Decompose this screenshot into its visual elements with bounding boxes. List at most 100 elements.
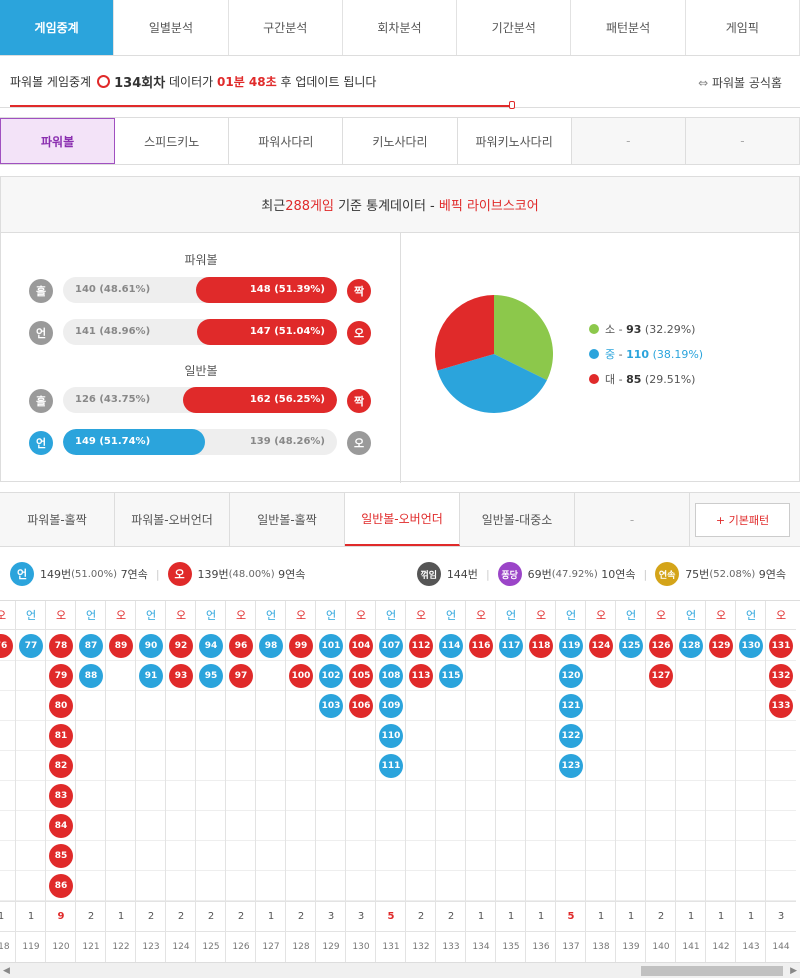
result-ball: 117 — [499, 634, 523, 658]
streak-count: 9 — [46, 901, 76, 931]
scroll-thumb[interactable] — [641, 966, 783, 976]
column-type: 언 — [196, 601, 226, 630]
legend-sep: - — [615, 373, 627, 386]
scroll-left-icon[interactable]: ◀ — [3, 966, 10, 976]
official-site-link[interactable]: ⇔ 파워볼 공식홈 — [698, 74, 782, 91]
pattern-cell — [76, 751, 106, 781]
pattern-cell — [676, 841, 706, 871]
topnav-tab[interactable]: 게임중계 — [0, 0, 115, 55]
streak-count: 1 — [256, 901, 286, 931]
game-tab[interactable]: - — [685, 118, 800, 164]
basic-pattern-button[interactable]: + 기본패턴 — [695, 503, 790, 537]
pattern-tab[interactable]: - — [575, 493, 690, 546]
pattern-cell — [466, 751, 496, 781]
pattern-cell — [646, 751, 676, 781]
pattern-cell — [196, 751, 226, 781]
pattern-cell: 83 — [46, 781, 76, 811]
pattern-column: 언 98 1 127 — [255, 601, 286, 962]
pattern-cell — [646, 811, 676, 841]
topnav-tab[interactable]: 회차분석 — [343, 0, 458, 55]
result-ball: 99 — [289, 634, 313, 658]
pattern-cell — [136, 691, 166, 721]
result-ball: 112 — [409, 634, 433, 658]
pattern-column: 오 89 1 122 — [105, 601, 136, 962]
pattern-tab[interactable]: 파워볼-오버언더 — [115, 493, 230, 546]
pattern-cell — [766, 811, 796, 841]
pattern-cell — [106, 811, 136, 841]
pattern-cell — [346, 721, 376, 751]
pattern-cell — [766, 841, 796, 871]
streak-count: 1 — [736, 901, 766, 931]
size-stats: 소 - 93 (32.29%) 중 - 110 (38.19%) 대 - 85 (2… — [401, 233, 799, 483]
result-ball: 115 — [439, 664, 463, 688]
scroll-right-icon[interactable]: ▶ — [790, 966, 797, 976]
pattern-cell: 132 — [766, 661, 796, 691]
pattern-cell: 91 — [136, 661, 166, 691]
game-tab[interactable]: 파워볼 — [0, 118, 116, 164]
pattern-cell — [226, 781, 256, 811]
pattern-cell — [736, 781, 766, 811]
pattern-cell: 103 — [316, 691, 346, 721]
right-result-icon: 오 — [347, 321, 371, 345]
pattern-cell — [196, 841, 226, 871]
pattern-cell — [556, 781, 586, 811]
pattern-cell: 105 — [346, 661, 376, 691]
continue-icon: 연속 — [655, 562, 680, 586]
topnav-tab[interactable]: 기간분석 — [457, 0, 572, 55]
divider: | — [643, 567, 648, 581]
pattern-tab[interactable]: 파워볼-홀짝 — [0, 493, 115, 546]
pattern-cell: 123 — [556, 751, 586, 781]
column-number: 132 — [406, 931, 436, 961]
pattern-cell — [676, 811, 706, 841]
pattern-cell — [106, 751, 136, 781]
continue-pct: (52.08%) — [709, 568, 756, 580]
left-result-icon: 언 — [29, 321, 53, 345]
pattern-column: 언 94 95 2 125 — [195, 601, 226, 962]
column-number: 119 — [16, 931, 46, 961]
pattern-column: 오 104 105 106 3 130 — [345, 601, 376, 962]
game-tab[interactable]: 스피드키노 — [115, 118, 230, 164]
topnav-tab[interactable]: 패턴분석 — [571, 0, 686, 55]
result-ball: 130 — [739, 634, 763, 658]
pattern-cell — [16, 841, 46, 871]
legend-label: 중 — [605, 348, 616, 361]
column-number: 122 — [106, 931, 136, 961]
game-tab[interactable]: 파워키노사다리 — [457, 118, 572, 164]
pattern-cell — [616, 871, 646, 901]
pattern-cell — [646, 691, 676, 721]
column-type: 언 — [496, 601, 526, 630]
pattern-tab[interactable]: 일반볼-홀짝 — [230, 493, 345, 546]
right-result-icon: 짝 — [347, 279, 371, 303]
game-tab[interactable]: 파워사다리 — [229, 118, 344, 164]
horizontal-scrollbar[interactable]: ◀ ▶ — [0, 962, 800, 978]
pattern-column: 오 131 132 133 3 144 — [765, 601, 796, 962]
pattern-tabs: 파워볼-홀짝 파워볼-오버언더 일반볼-홀짝 일반볼-오버언더 일반볼-대중소 - + 기본… — [0, 492, 800, 547]
pattern-cell — [0, 751, 16, 781]
column-number: 131 — [376, 931, 406, 961]
result-ball: 79 — [49, 664, 73, 688]
pattern-column: 언 87 88 2 121 — [75, 601, 106, 962]
pattern-cell — [616, 661, 646, 691]
ratio-bar: 126 (43.75%) 162 (56.25%) — [63, 387, 337, 413]
topnav-tab[interactable]: 구간분석 — [229, 0, 343, 55]
stat-row: 언 141 (48.96%) 147 (51.04%) 오 — [29, 319, 375, 347]
pattern-tab[interactable]: 일반볼-대중소 — [460, 493, 575, 546]
column-number: 138 — [586, 931, 616, 961]
pattern-cell — [586, 691, 616, 721]
pattern-tab[interactable]: 일반볼-오버언더 — [345, 493, 460, 546]
pattern-cell — [376, 871, 406, 901]
pattern-cell — [436, 871, 466, 901]
game-tab[interactable]: 키노사다리 — [343, 118, 458, 164]
topnav-tab[interactable]: 게임픽 — [686, 0, 800, 55]
pattern-cell — [316, 871, 346, 901]
pattern-cell: 126 — [646, 631, 676, 661]
pattern-cell — [166, 781, 196, 811]
column-type: 언 — [136, 601, 166, 630]
pattern-cell: 110 — [376, 721, 406, 751]
live-label: 파워볼 게임중계 — [10, 75, 92, 89]
topnav-tab[interactable]: 일별분석 — [114, 0, 229, 55]
legend-label: 소 — [605, 323, 616, 336]
pattern-cell: 129 — [706, 631, 736, 661]
game-tab[interactable]: - — [571, 118, 686, 164]
streak-count: 1 — [676, 901, 706, 931]
